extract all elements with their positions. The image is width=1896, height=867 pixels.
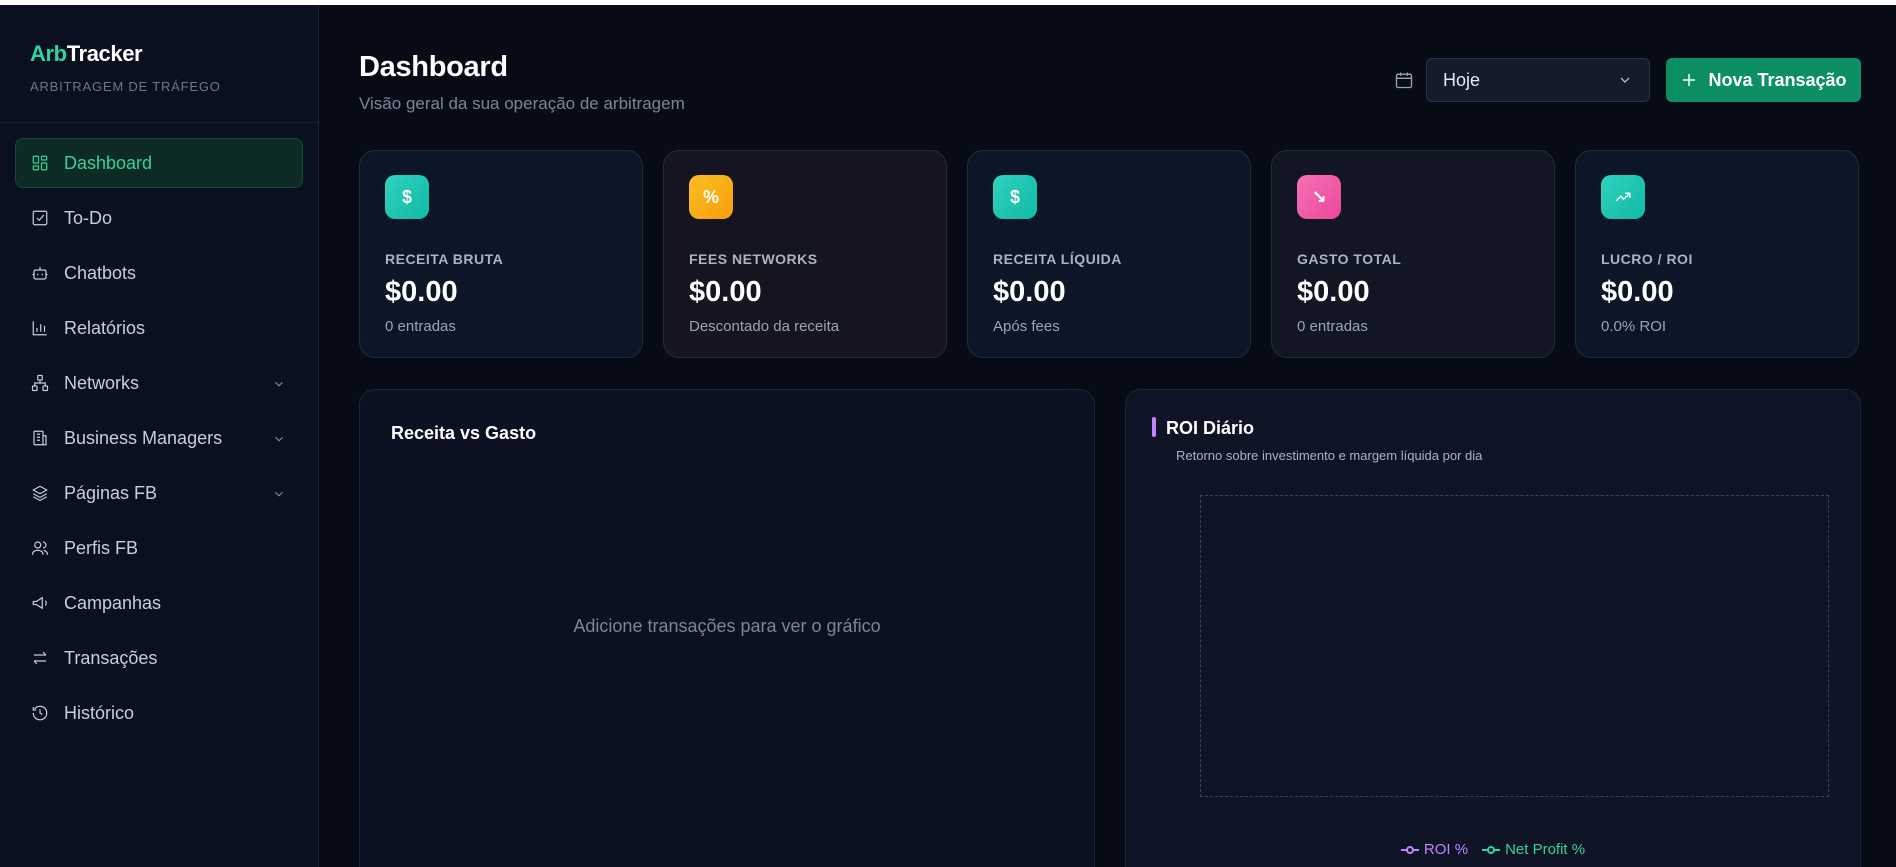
empty-state-message: Adicione transações para ver o gráfico <box>573 616 881 636</box>
sidebar-item-label: Dashboard <box>64 152 153 173</box>
percent-icon: % <box>689 175 733 219</box>
toolbar: Hoje Nova Transação <box>1394 58 1861 102</box>
grid-icon <box>30 153 50 173</box>
trending-up-icon <box>1601 175 1645 219</box>
users-icon <box>30 538 50 558</box>
page-header: Dashboard Visão geral da sua operação de… <box>359 5 1861 145</box>
card-title: Receita vs Gasto <box>391 423 537 443</box>
sidebar: ArbTracker ARBITRAGEM DE TRÁFEGO Dashboa… <box>0 5 319 867</box>
roi-daily-card: ROI Diário Retorno sobre investimento e … <box>1125 389 1861 867</box>
period-select-value: Hoje <box>1443 69 1481 90</box>
brand: ArbTracker ARBITRAGEM DE TRÁFEGO <box>0 5 318 123</box>
sidebar-item-label: Chatbots <box>64 262 137 283</box>
kpi-note: 0.0% ROI <box>1601 318 1667 335</box>
plus-icon <box>1683 74 1696 86</box>
kpi-card-lucro-roi: LUCRO / ROI $0.00 0.0% ROI <box>1575 150 1859 358</box>
card-title: ROI Diário <box>1166 418 1255 438</box>
legend-item-roi[interactable]: ROI % <box>1400 841 1469 858</box>
sidebar-item-perfis-fb[interactable]: Perfis FB <box>15 523 303 573</box>
layers-icon <box>30 483 50 503</box>
kpi-value: $0.00 <box>1297 276 1370 308</box>
accent-bar <box>1152 417 1156 437</box>
sidebar-item-label: Transações <box>64 647 158 668</box>
sidebar-item-historico[interactable]: Histórico <box>15 688 303 738</box>
sidebar-item-chatbots[interactable]: Chatbots <box>15 248 303 298</box>
sidebar-item-label: Relatórios <box>64 317 146 338</box>
revenue-vs-spend-card: Receita vs Gasto Adicione transações par… <box>359 389 1095 867</box>
kpi-card-receita-bruta: $ RECEITA BRUTA $0.00 0 entradas <box>359 150 643 358</box>
brand-logo-part2: Tracker <box>66 41 143 66</box>
kpi-card-receita-liquida: $ RECEITA LÍQUIDA $0.00 Após fees <box>967 150 1251 358</box>
sidebar-item-label: Histórico <box>64 702 135 723</box>
legend-label: ROI % <box>1423 841 1469 858</box>
sidebar-item-label: Networks <box>64 372 140 393</box>
legend-label: Net Profit % <box>1505 841 1586 858</box>
kpi-note: 0 entradas <box>1297 318 1368 335</box>
kpi-label: RECEITA LÍQUIDA <box>993 251 1122 267</box>
new-transaction-label: Nova Transação <box>1708 69 1847 90</box>
period-select[interactable]: Hoje <box>1426 58 1650 102</box>
bot-icon <box>30 263 50 283</box>
kpi-label: RECEITA BRUTA <box>385 251 504 267</box>
main-content: Dashboard Visão geral da sua operação de… <box>319 5 1896 867</box>
sidebar-item-label: Perfis FB <box>64 537 139 558</box>
kpi-value: $0.00 <box>1601 276 1674 308</box>
sidebar-item-label: Business Managers <box>64 427 223 448</box>
building-icon <box>30 428 50 448</box>
kpi-note: Após fees <box>993 318 1060 335</box>
history-icon <box>30 703 50 723</box>
chevron-down-icon[interactable] <box>272 430 286 444</box>
arrows-icon <box>30 648 50 668</box>
kpi-note: Descontado da receita <box>689 318 840 335</box>
bar-chart-icon <box>30 318 50 338</box>
new-transaction-button[interactable]: Nova Transação <box>1666 58 1861 102</box>
arrow-down-right-icon: ↘ <box>1297 175 1341 219</box>
sidebar-item-business-managers[interactable]: Business Managers <box>15 413 303 463</box>
line-marker-icon <box>1482 845 1501 854</box>
line-marker-icon <box>1400 845 1419 854</box>
charts-row: Receita vs Gasto Adicione transações par… <box>359 389 1861 867</box>
page-title: Dashboard <box>359 51 508 83</box>
network-icon <box>30 373 50 393</box>
sidebar-item-label: Campanhas <box>64 592 162 613</box>
brand-subtitle: ARBITRAGEM DE TRÁFEGO <box>30 79 221 94</box>
sidebar-item-label: Páginas FB <box>64 482 158 503</box>
card-subtitle: Retorno sobre investimento e margem líqu… <box>1176 448 1483 463</box>
app-window: ArbTracker ARBITRAGEM DE TRÁFEGO Dashboa… <box>0 5 1896 867</box>
kpi-note: 0 entradas <box>385 318 456 335</box>
megaphone-icon <box>30 593 50 613</box>
sidebar-item-transacoes[interactable]: Transações <box>15 633 303 683</box>
chevron-down-icon[interactable] <box>272 375 286 389</box>
kpi-value: $0.00 <box>993 276 1066 308</box>
brand-logo-part1: Arb <box>30 41 67 66</box>
page-subtitle: Visão geral da sua operação de arbitrage… <box>359 94 685 113</box>
kpi-row: $ RECEITA BRUTA $0.00 0 entradas % FEES … <box>359 150 1861 358</box>
kpi-value: $0.00 <box>385 276 458 308</box>
kpi-card-fees-networks: % FEES NETWORKS $0.00 Descontado da rece… <box>663 150 947 358</box>
kpi-label: LUCRO / ROI <box>1601 251 1693 267</box>
kpi-label: GASTO TOTAL <box>1297 251 1402 267</box>
sidebar-item-dashboard[interactable]: Dashboard <box>15 138 303 188</box>
kpi-card-gasto-total: ↘ GASTO TOTAL $0.00 0 entradas <box>1271 150 1555 358</box>
sidebar-item-relatorios[interactable]: Relatórios <box>15 303 303 353</box>
kpi-value: $0.00 <box>689 276 762 308</box>
kpi-label: FEES NETWORKS <box>689 251 818 267</box>
checkbox-icon <box>30 208 50 228</box>
sidebar-item-todo[interactable]: To-Do <box>15 193 303 243</box>
sidebar-item-networks[interactable]: Networks <box>15 358 303 408</box>
sidebar-item-label: To-Do <box>64 207 113 228</box>
dollar-icon: $ <box>385 175 429 219</box>
legend-item-net-profit[interactable]: Net Profit % <box>1482 841 1585 858</box>
sidebar-nav: Dashboard To-Do Chatbots Relatórios Netw… <box>0 123 318 738</box>
chart-legend: ROI % Net Profit % <box>1126 841 1860 858</box>
brand-logo[interactable]: ArbTracker <box>30 41 318 67</box>
sidebar-item-campanhas[interactable]: Campanhas <box>15 578 303 628</box>
dollar-icon: $ <box>993 175 1037 219</box>
calendar-icon <box>1394 70 1414 90</box>
chart-plot-area <box>1200 495 1829 797</box>
chevron-down-icon[interactable] <box>272 485 286 499</box>
chevron-down-icon <box>1620 77 1630 83</box>
sidebar-item-paginas-fb[interactable]: Páginas FB <box>15 468 303 518</box>
